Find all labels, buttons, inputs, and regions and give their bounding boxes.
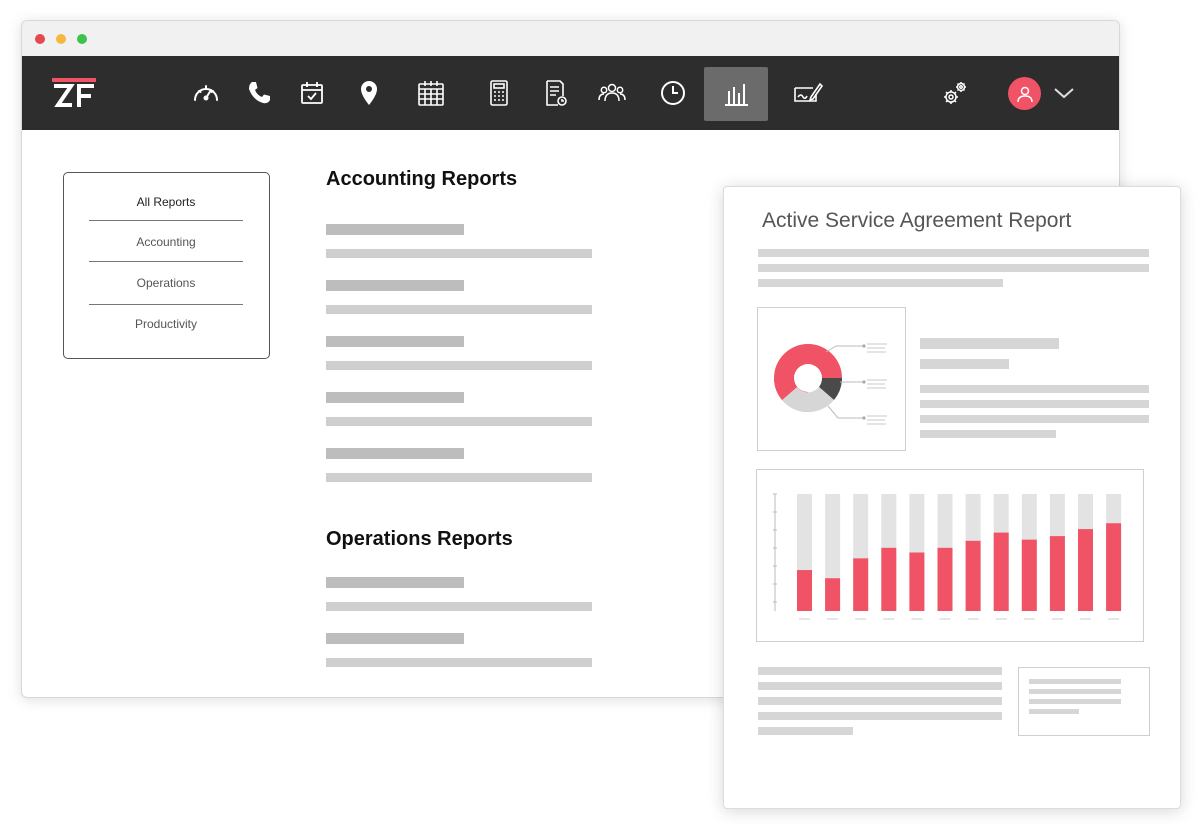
- bar: [1078, 529, 1093, 611]
- operations-reports-heading: Operations Reports: [326, 528, 513, 550]
- bar-chart-icon[interactable]: [704, 67, 768, 121]
- text-placeholder: [758, 697, 1002, 705]
- text-placeholder: [920, 415, 1149, 423]
- bar: [993, 532, 1009, 611]
- text-placeholder: [758, 667, 1002, 675]
- invoice-icon[interactable]: [532, 70, 578, 116]
- text-placeholder: [758, 712, 1002, 720]
- filter-item-operations[interactable]: Operations: [89, 276, 243, 290]
- bar: [965, 540, 981, 611]
- text-placeholder: [920, 359, 1009, 369]
- chevron-down-icon[interactable]: [1052, 83, 1076, 103]
- window-titlebar: [22, 21, 1119, 56]
- phone-icon[interactable]: [236, 70, 282, 116]
- bar: [853, 558, 869, 611]
- text-placeholder: [758, 727, 853, 735]
- maximize-window-button[interactable]: [77, 34, 87, 44]
- text-placeholder: [758, 249, 1149, 257]
- filter-divider: [89, 304, 243, 305]
- calculator-icon[interactable]: [476, 70, 522, 116]
- bar: [1106, 523, 1122, 611]
- text-placeholder: [920, 338, 1059, 349]
- text-placeholder: [758, 279, 1003, 287]
- text-placeholder: [920, 400, 1149, 408]
- text-placeholder: [758, 682, 1002, 690]
- clock-icon[interactable]: [650, 70, 696, 116]
- donut-chart-panel: [757, 307, 906, 451]
- close-window-button[interactable]: [35, 34, 45, 44]
- team-icon[interactable]: [589, 70, 635, 116]
- bar: [797, 570, 812, 611]
- filter-item-productivity[interactable]: Productivity: [89, 317, 243, 331]
- text-placeholder: [920, 430, 1056, 438]
- bar-chart: [773, 493, 1122, 620]
- location-pin-icon[interactable]: [346, 70, 392, 116]
- calendar-grid-icon[interactable]: [408, 70, 454, 116]
- bar: [1021, 539, 1037, 611]
- bar: [825, 578, 841, 611]
- minimize-window-button[interactable]: [56, 34, 66, 44]
- donut-chart: [773, 343, 887, 425]
- calendar-check-icon[interactable]: [289, 70, 335, 116]
- filter-item-all-reports[interactable]: All Reports: [89, 195, 243, 209]
- text-placeholder: [758, 264, 1149, 272]
- filter-item-accounting[interactable]: Accounting: [89, 235, 243, 249]
- bar: [1049, 536, 1065, 611]
- filter-divider: [89, 220, 243, 221]
- check-sign-icon[interactable]: [785, 70, 831, 116]
- zf-logo[interactable]: [52, 78, 98, 108]
- report-category-filter: All Reports Accounting Operations Produc…: [63, 172, 270, 359]
- accounting-reports-heading: Accounting Reports: [326, 168, 518, 190]
- bar-chart-panel: [756, 469, 1144, 642]
- bar: [937, 547, 953, 611]
- top-navbar: [22, 56, 1119, 130]
- settings-gears-icon[interactable]: [932, 70, 978, 116]
- filter-divider: [89, 261, 243, 262]
- user-avatar-icon[interactable]: [1008, 77, 1041, 110]
- bar: [909, 552, 925, 611]
- report-title: Active Service Agreement Report: [762, 209, 1072, 232]
- bar: [881, 547, 897, 611]
- speedometer-icon[interactable]: [183, 70, 229, 116]
- report-preview-card[interactable]: Active Service Agreement Report: [723, 186, 1181, 809]
- text-placeholder: [920, 385, 1149, 393]
- summary-box: [1018, 667, 1150, 736]
